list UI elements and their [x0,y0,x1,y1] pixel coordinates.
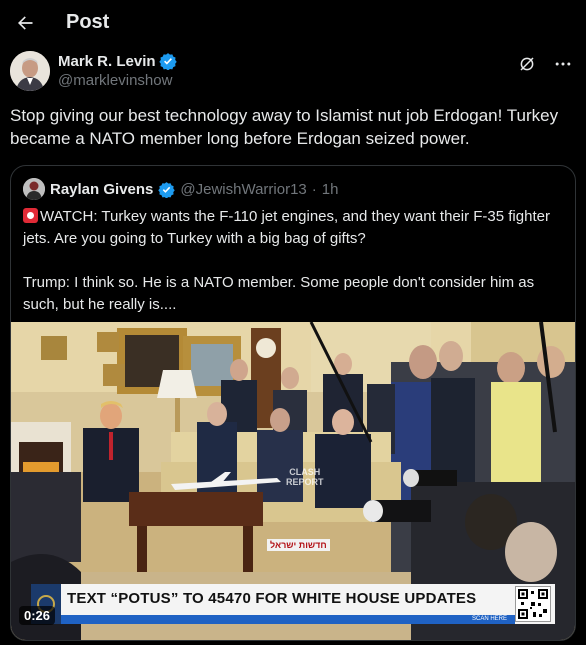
verified-badge-icon [158,53,177,70]
quote-text-block: WATCH: Turkey wants the F-110 jet engine… [23,206,569,316]
video-banner: TEXT “POTUS” TO 45470 FOR WHITE HOUSE UP… [31,584,555,624]
page-title: Post [66,11,110,33]
back-button[interactable] [8,7,42,39]
top-bar: Post [0,0,586,46]
post-text: Stop giving our best technology away to … [10,106,559,148]
quoted-post[interactable]: Raylan Givens @JewishWarrior13 · 1h WATC… [10,165,576,641]
author-name-text: Mark R. Levin [58,52,156,70]
more-icon [555,62,571,66]
avatar[interactable] [10,51,50,91]
arrow-left-icon [18,16,33,30]
banner-stripe [61,615,515,624]
verified-badge-icon [158,181,176,198]
quote-avatar[interactable] [23,178,45,200]
more-button[interactable] [550,53,576,75]
video-timestamp: 0:26 [19,606,56,625]
post-author: Mark R. Levin @marklevinshow [10,50,576,94]
video-watermark: CLASH REPORT [286,467,324,487]
grok-icon [520,57,534,71]
news-tag: חדשות ישראל [267,539,330,551]
quote-author-name[interactable]: Raylan Givens [50,181,153,198]
author-handle[interactable]: @marklevinshow [58,72,172,89]
author-name[interactable]: Mark R. Levin [58,52,177,70]
siren-icon [23,208,38,223]
banner-text: TEXT “POTUS” TO 45470 FOR WHITE HOUSE UP… [67,590,477,607]
quote-author-handle[interactable]: @JewishWarrior13 [180,181,306,198]
quote-header: Raylan Givens @JewishWarrior13 · 1h [23,178,339,200]
quote-timestamp[interactable]: 1h [322,181,339,198]
video-player[interactable]: CLASH REPORT חדשות ישראל TEXT “POTUS” TO… [11,322,575,640]
quote-text: WATCH: Turkey wants the F-110 jet engine… [23,208,550,313]
grok-button[interactable] [516,53,538,75]
quote-separator: · [311,180,317,198]
qr-code-icon [515,586,551,622]
banner-scan-label: SCAN HERE [471,616,507,622]
